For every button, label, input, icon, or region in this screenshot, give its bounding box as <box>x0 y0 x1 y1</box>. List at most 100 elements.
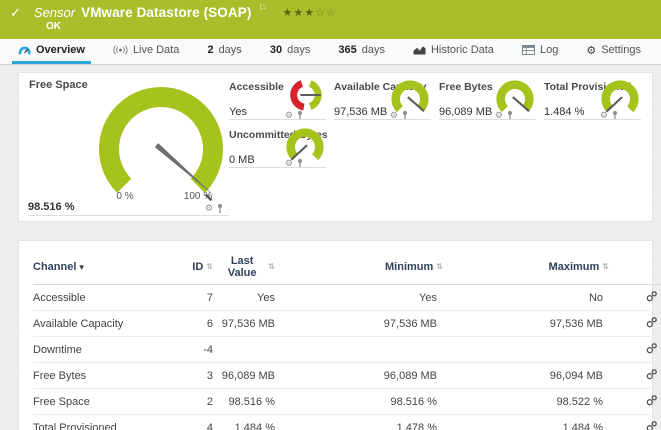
divider <box>439 119 536 120</box>
gauge-total-provisioned-value: 1.484 % <box>544 106 584 118</box>
channel-last-value: 97,536 MB <box>219 311 281 337</box>
tab-log-label: Log <box>540 44 558 56</box>
table-row: Free Bytes 3 96,089 MB 96,089 MB 96,094 … <box>33 363 661 389</box>
channel-name[interactable]: Free Bytes <box>33 363 183 389</box>
channel-minimum: 98.516 % <box>281 389 453 415</box>
channel-last-value <box>219 337 281 363</box>
accessible-state-gauge-dial <box>288 77 324 113</box>
gauge-total-provisioned: Total Provisioned 1.484 % ⚙ <box>544 73 641 121</box>
column-header-id[interactable]: ID⇅ <box>183 249 219 285</box>
flag-icon: ⚐ <box>258 3 266 14</box>
divider <box>28 215 229 216</box>
wrench-icon[interactable] <box>646 316 658 331</box>
channel-id: 7 <box>183 285 219 311</box>
channel-name[interactable]: Total Provisioned <box>33 415 183 430</box>
divider <box>334 119 431 120</box>
gauge-free-bytes-value: 96,089 MB <box>439 106 492 118</box>
channels-table-panel: Channel▾ ID⇅ Last Value⇅ Minimum⇅ Maximu… <box>18 240 653 430</box>
wrench-icon[interactable] <box>646 290 658 305</box>
channel-id: 3 <box>183 363 219 389</box>
tab-historic-data-label: Historic Data <box>431 44 494 56</box>
table-row: Downtime -4 <box>33 337 661 363</box>
channel-maximum: 96,094 MB <box>453 363 621 389</box>
gauge-free-bytes-label: Free Bytes <box>439 81 493 93</box>
status-ok-check-icon: ✓ <box>10 6 21 20</box>
channel-id: 4 <box>183 415 219 430</box>
channel-last-value: 98.516 % <box>219 389 281 415</box>
sensor-kind-label: Sensor <box>34 5 75 20</box>
sort-icon: ⇅ <box>436 263 443 271</box>
gear-icon[interactable]: ⚙ <box>205 204 213 213</box>
gauge-free-bytes: Free Bytes 96,089 MB ⚙ <box>439 73 536 121</box>
column-header-actions <box>621 249 661 285</box>
channel-last-value: Yes <box>219 285 281 311</box>
pin-icon[interactable] <box>216 203 224 214</box>
tab-30-days[interactable]: 30 days <box>264 39 317 64</box>
channel-maximum: No <box>453 285 621 311</box>
tab-log[interactable]: Log <box>516 39 564 64</box>
channel-name[interactable]: Downtime <box>33 337 183 363</box>
wrench-icon[interactable] <box>646 368 658 383</box>
table-row: Accessible 7 Yes Yes No <box>33 285 661 311</box>
tab-live-data-label: Live Data <box>133 44 179 56</box>
channel-maximum: 97,536 MB <box>453 311 621 337</box>
tab-overview-label: Overview <box>36 44 85 56</box>
channel-last-value: 96,089 MB <box>219 363 281 389</box>
stars-empty: ☆☆ <box>315 7 337 19</box>
table-row: Free Space 2 98.516 % 98.516 % 98.522 % <box>33 389 661 415</box>
divider <box>229 167 326 168</box>
tab-overview[interactable]: Overview <box>12 39 91 64</box>
log-table-icon <box>522 45 535 55</box>
tab-live-data[interactable]: Live Data <box>107 39 185 64</box>
gauge-available-capacity-value: 97,536 MB <box>334 106 387 118</box>
column-header-maximum[interactable]: Maximum⇅ <box>453 249 621 285</box>
tab-2-days-label: days <box>219 44 242 56</box>
channel-name[interactable]: Available Capacity <box>33 311 183 337</box>
column-header-minimum[interactable]: Minimum⇅ <box>281 249 453 285</box>
sort-icon: ⇅ <box>268 263 275 271</box>
table-row: Available Capacity 6 97,536 MB 97,536 MB… <box>33 311 661 337</box>
channel-id: 6 <box>183 311 219 337</box>
channel-id: -4 <box>183 337 219 363</box>
gauge-available-capacity: Available Capacity 97,536 MB ⚙ <box>334 73 431 121</box>
tab-2-days-number: 2 <box>207 44 213 56</box>
prtg-sensor-page: ✓ Sensor VMware Datastore (SOAP) ⚐ ★★★☆☆… <box>0 0 661 430</box>
gauge-free-space-value: 98.516 % <box>28 201 74 213</box>
tab-settings[interactable]: ⚙ Settings <box>580 39 647 64</box>
gauge-icon <box>18 45 31 56</box>
column-header-channel[interactable]: Channel▾ <box>33 249 183 285</box>
tab-bar: Overview Live Data 2 days 30 days 365 da… <box>0 39 661 65</box>
priority-stars[interactable]: ★★★☆☆ <box>283 6 337 19</box>
free-space-gauge-dial <box>81 81 241 216</box>
channel-maximum: 1.484 % <box>453 415 621 430</box>
tab-settings-label: Settings <box>601 44 641 56</box>
channel-minimum: 97,536 MB <box>281 311 453 337</box>
sort-icon: ⇅ <box>602 263 609 271</box>
wrench-icon[interactable] <box>646 394 658 409</box>
sensor-header: ✓ Sensor VMware Datastore (SOAP) ⚐ ★★★☆☆… <box>0 0 661 39</box>
tab-365-days[interactable]: 365 days <box>332 39 391 64</box>
divider <box>544 119 641 120</box>
stars-filled: ★★★ <box>283 7 316 19</box>
wrench-icon[interactable] <box>646 420 658 430</box>
caret-down-icon: ▾ <box>79 262 84 273</box>
channel-maximum <box>453 337 621 363</box>
gauge-accessible-label: Accessible <box>229 81 284 93</box>
channel-minimum <box>281 337 453 363</box>
gauge-accessible-value: Yes <box>229 106 247 118</box>
channels-table: Channel▾ ID⇅ Last Value⇅ Minimum⇅ Maximu… <box>33 249 661 430</box>
channel-minimum: Yes <box>281 285 453 311</box>
tab-30-days-number: 30 <box>270 44 282 56</box>
column-header-last-value[interactable]: Last Value⇅ <box>219 249 281 285</box>
tab-30-days-label: days <box>287 44 310 56</box>
channel-name[interactable]: Free Space <box>33 389 183 415</box>
gauges-panel: Free Space 0 % 100 % 98.516 % ⚙ Accessib… <box>18 72 653 222</box>
wrench-icon[interactable] <box>646 342 658 357</box>
tab-2-days[interactable]: 2 days <box>201 39 247 64</box>
tab-365-days-number: 365 <box>338 44 356 56</box>
channel-name[interactable]: Accessible <box>33 285 183 311</box>
table-header-row: Channel▾ ID⇅ Last Value⇅ Minimum⇅ Maximu… <box>33 249 661 285</box>
sort-icon: ⇅ <box>206 263 213 271</box>
gauge-uncommitted-bytes: Uncommitted Bytes 0 MB ⚙ <box>229 121 326 169</box>
tab-historic-data[interactable]: Historic Data <box>407 39 500 64</box>
